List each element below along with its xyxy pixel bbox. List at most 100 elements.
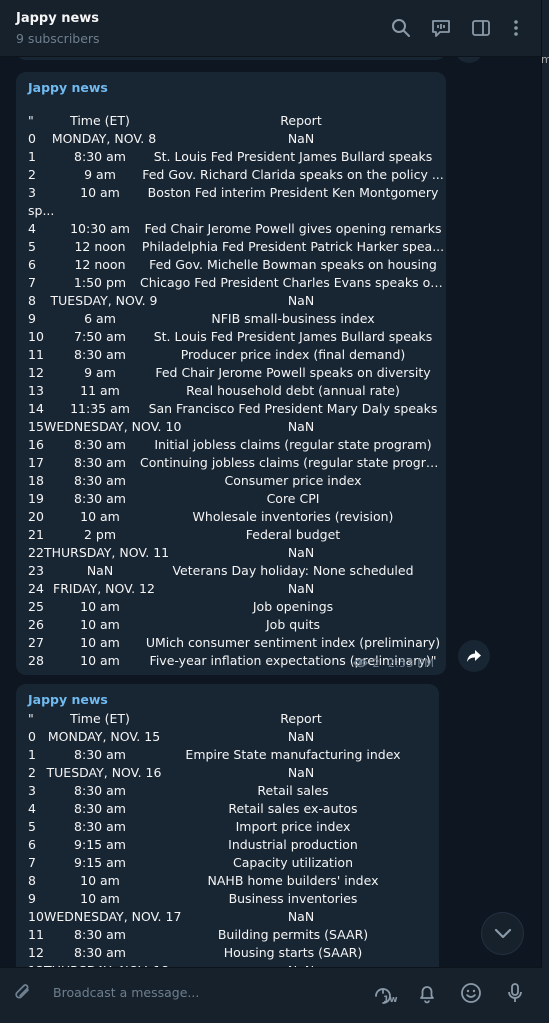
chat-header: Jappy news 9 subscribers — [0, 0, 549, 57]
table-row: 18 8:30 am Consumer price index — [28, 472, 438, 490]
row-report: Federal budget — [245, 527, 341, 542]
row-report: Building permits (SAAR) — [217, 927, 369, 942]
row-index: 12 — [28, 365, 44, 380]
message-feed[interactable]: Jappy news " Time (ET) Report 0 MONDAY, N… — [0, 57, 542, 967]
message-meta: 2 2:53 PM — [353, 656, 434, 670]
row-report: Fed Chair Jerome Powell gives opening re… — [144, 221, 442, 236]
message-sender[interactable]: Jappy news — [28, 692, 108, 707]
table-row: 4 10:30 am Fed Chair Jerome Powell gives o… — [28, 220, 442, 238]
report-column-header: Report — [280, 711, 322, 726]
table-row: 21 2 pm Federal budget — [28, 526, 438, 544]
row-index: 7 — [28, 855, 36, 870]
row-time: WEDNESDAY, NOV. 10 — [44, 419, 182, 434]
view-count: 2 — [372, 656, 380, 670]
row-time: 8:30 am — [74, 927, 126, 942]
row-time: 8:30 am — [74, 473, 126, 488]
row-index: 11 — [28, 347, 44, 362]
table-row: 4 8:30 am Retail sales ex-autos — [28, 800, 431, 818]
voice-chat-icon[interactable] — [430, 17, 452, 39]
row-report: Veterans Day holiday: None scheduled — [172, 563, 414, 578]
row-index: 7 — [28, 275, 36, 290]
row-index: 10 — [28, 329, 44, 344]
row-time: 8:30 am — [74, 455, 126, 470]
bell-icon[interactable] — [414, 980, 440, 1006]
scroll-down-button[interactable] — [481, 912, 524, 955]
row-report: UMich consumer sentiment index (prelimin… — [145, 635, 441, 650]
table-row: 10 WEDNESDAY, NOV. 17 NaN — [28, 908, 431, 926]
row-report: Import price index — [235, 819, 351, 834]
row-report: Core CPI — [266, 491, 320, 506]
emoji-icon[interactable] — [458, 980, 484, 1006]
row-index: 8 — [28, 293, 36, 308]
message-bubble[interactable]: Jappy news " Time (ET) Report 0 MONDAY, N… — [16, 72, 446, 675]
table-row: 17 8:30 am Continuing jobless claims (regu… — [28, 454, 446, 472]
row-report: Real household debt (annual rate) — [186, 383, 400, 398]
row-index: 14 — [28, 401, 44, 416]
table-row: 3 10 am Boston Fed interim President Ken M… — [28, 184, 438, 202]
attach-icon[interactable] — [10, 980, 36, 1006]
time-column-header: Time (ET) — [70, 113, 130, 128]
more-vertical-icon[interactable] — [505, 17, 527, 39]
row-time: 11 am — [80, 383, 120, 398]
row-index: 3 — [28, 185, 36, 200]
microphone-icon[interactable] — [502, 980, 528, 1006]
row-time: 11:35 am — [70, 401, 130, 416]
row-time: 8:30 am — [74, 801, 126, 816]
previous-share-button[interactable] — [455, 57, 483, 63]
row-index: 16 — [28, 437, 44, 452]
row-index: 0 — [28, 729, 36, 744]
channel-title[interactable]: Jappy news — [16, 11, 99, 26]
table-row: 11 8:30 am Building permits (SAAR) — [28, 926, 431, 944]
row-index: 10 — [28, 909, 44, 924]
quote-mark: " — [28, 711, 34, 726]
row-report: NaN — [287, 909, 315, 924]
row-report: Fed Gov. Richard Clarida speaks on the p… — [142, 167, 444, 182]
table-row: 27 10 am UMich consumer sentiment index (p… — [28, 634, 440, 652]
message-sender[interactable]: Jappy news — [28, 80, 108, 95]
row-index: 6 — [28, 837, 36, 852]
row-index: 13 — [28, 383, 44, 398]
row-report: NaN — [287, 419, 315, 434]
row-report: Wholesale inventories (revision) — [192, 509, 394, 524]
row-report: Philadelphia Fed President Patrick Harke… — [141, 239, 445, 254]
row-index: 6 — [28, 257, 36, 272]
row-report: NaN — [287, 545, 315, 560]
table-row: 25 10 am Job openings — [28, 598, 438, 616]
table-row: 1 8:30 am St. Louis Fed President James Bu… — [28, 148, 438, 166]
row-report: San Francisco Fed President Mary Daly sp… — [148, 401, 438, 416]
message-input[interactable]: Broadcast a message... — [53, 985, 199, 1000]
table-row: 19 8:30 am Core CPI — [28, 490, 438, 508]
row-report: Job quits — [266, 617, 320, 632]
sidebar-toggle-icon[interactable] — [470, 17, 492, 39]
row-time: 9:15 am — [74, 855, 126, 870]
message-bubble[interactable]: Jappy news " Time (ET) Report 0 MONDAY, N… — [16, 684, 439, 967]
row-time: 10 am — [80, 617, 120, 632]
row-index: 21 — [28, 527, 44, 542]
table-row: 14 11:35 am San Francisco Fed President Ma… — [28, 400, 438, 418]
table-row: sp... — [28, 202, 438, 220]
row-time: NaN — [86, 563, 114, 578]
table-row: 9 10 am Business inventories — [28, 890, 431, 908]
row-index: 15 — [28, 419, 44, 434]
row-report: NAHB home builders' index — [207, 873, 379, 888]
row-report: NFIB small-business index — [211, 311, 375, 326]
table-row: 16 8:30 am Initial jobless claims (regular… — [28, 436, 438, 454]
table-row: 1 8:30 am Empire State manufacturing index — [28, 746, 431, 764]
row-index: 1 — [28, 149, 36, 164]
share-button[interactable] — [458, 640, 490, 672]
row-report: Empire State manufacturing index — [185, 747, 401, 762]
timer-badge: 1w — [383, 995, 398, 1005]
search-icon[interactable] — [390, 17, 412, 39]
table-row: 11 8:30 am Producer price index (final dem… — [28, 346, 438, 364]
row-time: 10 am — [80, 891, 120, 906]
previous-message-edge — [16, 57, 446, 60]
row-time: 8:30 am — [74, 437, 126, 452]
row-time: 8:30 am — [74, 747, 126, 762]
row-time: 9:15 am — [74, 837, 126, 852]
row-time: 9 am — [84, 365, 116, 380]
table-row: 12 9 am Fed Chair Jerome Powell speaks on … — [28, 364, 438, 382]
table-row: 24 FRIDAY, NOV. 12 NaN — [28, 580, 438, 598]
right-panel-edge: m — [541, 0, 549, 1023]
table-row: 10 7:50 am St. Louis Fed President James B… — [28, 328, 438, 346]
row-time: 10 am — [80, 599, 120, 614]
